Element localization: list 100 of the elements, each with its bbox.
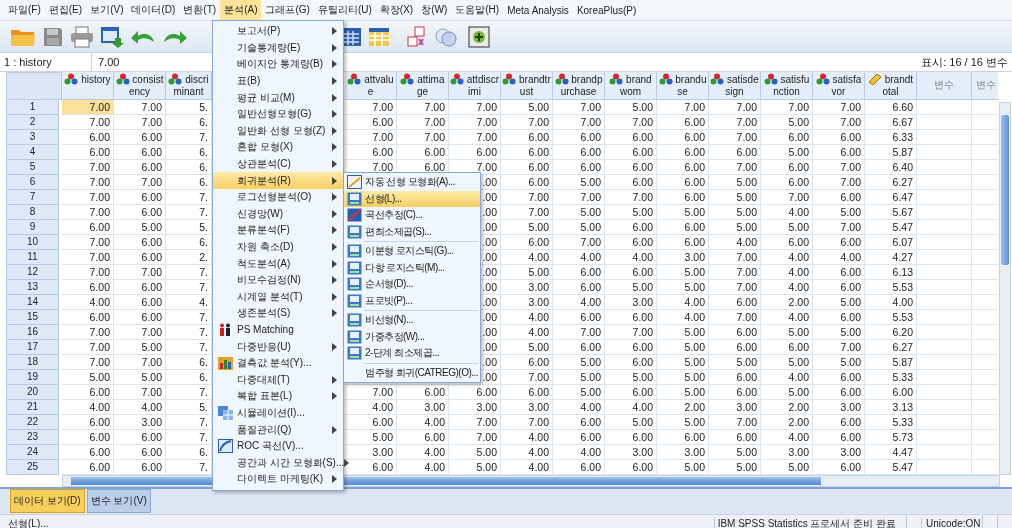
column-header[interactable]: attvalue bbox=[345, 72, 397, 100]
menu-item[interactable]: 보기(V) bbox=[86, 0, 128, 20]
menu-item[interactable]: 그래프(G) bbox=[261, 0, 314, 20]
menu-item[interactable]: ROC 곡선(V)... bbox=[213, 437, 343, 455]
menu-item[interactable]: 비선형(N)... bbox=[344, 312, 480, 329]
row-header[interactable]: 4 bbox=[6, 145, 59, 160]
menu-item[interactable]: 일반선형모형(G) bbox=[213, 105, 343, 123]
menu-item[interactable]: 다중반응(U) bbox=[213, 338, 343, 355]
menu-item[interactable]: 다이렉트 마케팅(K) bbox=[213, 471, 343, 488]
cell-value-field[interactable]: 7.00 bbox=[92, 53, 198, 71]
row-header[interactable]: 6 bbox=[6, 175, 59, 190]
row-header[interactable]: 22 bbox=[6, 415, 59, 430]
menu-item[interactable]: 이분형 로지스틱(G)... bbox=[344, 243, 480, 260]
menu-item[interactable]: 공간과 시간 모형화(S)... bbox=[213, 454, 343, 472]
save-icon[interactable] bbox=[42, 25, 64, 48]
menu-item[interactable]: 척도분석(A) bbox=[213, 255, 343, 272]
menu-item[interactable]: 표(B) bbox=[213, 72, 343, 90]
row-header[interactable]: 20 bbox=[6, 385, 59, 400]
menu-item[interactable]: 차원 축소(D) bbox=[213, 238, 343, 256]
row-header[interactable]: 8 bbox=[6, 205, 59, 220]
menu-item[interactable]: 시뮬레이션(I)... bbox=[213, 404, 343, 422]
menu-item[interactable]: 도움말(H) bbox=[451, 0, 504, 20]
menu-item[interactable]: 로그선형분석(O) bbox=[213, 188, 343, 206]
row-header[interactable]: 19 bbox=[6, 370, 59, 385]
column-header[interactable]: brandpurchase bbox=[553, 72, 605, 100]
column-header[interactable]: attdiscrimi bbox=[449, 72, 501, 100]
menu-item[interactable]: KoreaPlus(P) bbox=[572, 1, 641, 19]
menu-item[interactable]: 평균 비교(M) bbox=[213, 89, 343, 106]
menu-item[interactable]: 편집(E) bbox=[44, 0, 87, 20]
circles-icon[interactable] bbox=[434, 25, 458, 48]
menu-item[interactable]: 품질관리(Q) bbox=[213, 421, 343, 438]
print-icon[interactable] bbox=[70, 25, 94, 48]
table-cell: 4.00 bbox=[761, 430, 813, 445]
menu-item[interactable]: 확장(X) bbox=[375, 0, 418, 20]
menu-item[interactable]: 다중대체(T) bbox=[213, 371, 343, 389]
menu-item[interactable]: 상관분석(C) bbox=[213, 155, 343, 173]
column-header[interactable]: brandwom bbox=[605, 72, 657, 100]
menu-item[interactable]: 분석(A) bbox=[220, 0, 262, 20]
menu-item[interactable]: PS Matching bbox=[213, 321, 343, 339]
column-header[interactable]: consistency bbox=[114, 72, 166, 100]
row-header[interactable]: 14 bbox=[6, 295, 59, 310]
row-header[interactable]: 10 bbox=[6, 235, 59, 250]
menu-item[interactable]: 결측값 분석(Y)... bbox=[213, 354, 343, 372]
column-header[interactable]: satisfunction bbox=[761, 72, 813, 100]
menu-item[interactable]: 혼합 모형(X) bbox=[213, 139, 343, 156]
row-header[interactable]: 11 bbox=[6, 250, 59, 265]
menu-item[interactable]: 복합 표본(L) bbox=[213, 388, 343, 405]
column-header[interactable]: attimage bbox=[397, 72, 449, 100]
menu-item[interactable]: 선형(L)... bbox=[344, 190, 480, 207]
column-header[interactable]: satisfavor bbox=[813, 72, 865, 100]
column-header[interactable]: history bbox=[62, 72, 114, 100]
menu-item[interactable]: 편최소제곱(S)... bbox=[344, 223, 480, 240]
menu-item[interactable]: 베이지안 통계량(B) bbox=[213, 56, 343, 73]
menu-item[interactable]: 분류분석(F) bbox=[213, 222, 343, 239]
menu-item[interactable]: 생존분석(S) bbox=[213, 305, 343, 322]
menu-item[interactable]: Meta Analysis bbox=[503, 1, 573, 19]
horizontal-scrollbar[interactable] bbox=[62, 475, 1000, 487]
vertical-scrollbar[interactable] bbox=[999, 102, 1011, 475]
column-header[interactable]: satisdesign bbox=[709, 72, 761, 100]
view-tab[interactable]: 데이터 보기(D) bbox=[10, 489, 85, 513]
menu-item[interactable]: 보고서(P) bbox=[213, 23, 343, 40]
table-cell: 4.00 bbox=[553, 445, 605, 460]
row-header[interactable]: 13 bbox=[6, 280, 59, 295]
row-header[interactable]: 24 bbox=[6, 445, 59, 460]
column-header[interactable]: branduse bbox=[657, 72, 709, 100]
table-icon[interactable] bbox=[368, 25, 390, 48]
menu-item[interactable]: 시계열 분석(T) bbox=[213, 288, 343, 306]
value-labels-icon[interactable] bbox=[406, 25, 428, 48]
row-header[interactable]: 23 bbox=[6, 430, 59, 445]
menu-item[interactable]: 데이터(D) bbox=[127, 0, 180, 20]
row-header[interactable]: 12 bbox=[6, 265, 59, 280]
menu-item[interactable]: 비모수검정(N) bbox=[213, 271, 343, 289]
row-header[interactable]: 17 bbox=[6, 340, 59, 355]
menu-item[interactable]: 파일(F) bbox=[4, 0, 45, 20]
row-header[interactable]: 7 bbox=[6, 190, 59, 205]
column-header[interactable]: brandtrust bbox=[501, 72, 553, 100]
menu-item[interactable]: 2-단계 최소제곱... bbox=[344, 345, 480, 362]
column-header[interactable]: brandtotal bbox=[865, 72, 917, 100]
row-header[interactable]: 21 bbox=[6, 400, 59, 415]
row-header[interactable]: 2 bbox=[6, 115, 59, 130]
menu-item[interactable]: 회귀분석(R) bbox=[213, 172, 343, 189]
row-header[interactable]: 15 bbox=[6, 310, 59, 325]
menu-item[interactable]: 기술통계량(E) bbox=[213, 39, 343, 57]
menu-item[interactable]: 변환(T) bbox=[179, 0, 221, 20]
row-header[interactable]: 25 bbox=[6, 460, 59, 475]
menu-item[interactable]: 유틸리티(U) bbox=[313, 0, 376, 20]
row-header[interactable]: 3 bbox=[6, 130, 59, 145]
menu-item[interactable]: 신경망(W) bbox=[213, 205, 343, 223]
menu-item[interactable]: 일반화 선형 모형(Z) bbox=[213, 122, 343, 140]
menu-item[interactable]: 프로빗(P)... bbox=[344, 292, 480, 309]
row-header[interactable]: 18 bbox=[6, 355, 59, 370]
row-header[interactable]: 9 bbox=[6, 220, 59, 235]
menu-item[interactable]: 창(W) bbox=[417, 0, 452, 20]
add-icon[interactable] bbox=[468, 25, 490, 48]
column-header[interactable]: discriminant bbox=[166, 72, 212, 100]
row-header[interactable]: 16 bbox=[6, 325, 59, 340]
view-tab[interactable]: 변수 보기(V) bbox=[86, 489, 151, 513]
window-arrow-icon[interactable] bbox=[100, 25, 124, 48]
row-header[interactable]: 1 bbox=[6, 100, 59, 115]
row-header[interactable]: 5 bbox=[6, 160, 59, 175]
